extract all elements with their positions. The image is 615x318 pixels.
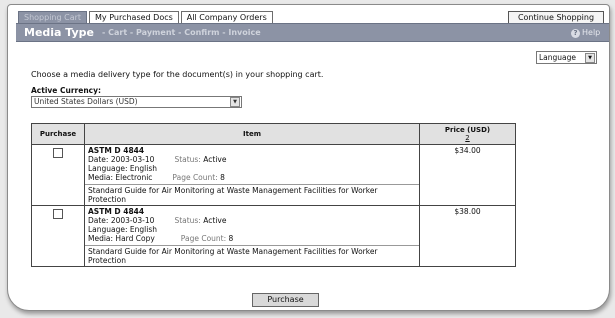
language-select[interactable]: Language ▼	[536, 51, 597, 64]
shopping-cart-panel: Shopping Cart My Purchased Docs All Comp…	[7, 4, 610, 311]
item-date: Date: 2003-03-10	[88, 216, 155, 225]
purchase-cell	[31, 205, 85, 267]
item-date: Date: 2003-03-10	[88, 155, 155, 164]
item-cell: ASTM D 4844 Date: 2003-03-10 Status: Acti…	[84, 205, 420, 267]
purchase-checkbox[interactable]	[53, 209, 63, 219]
item-language: Language: English	[88, 225, 158, 234]
item-name: ASTM D 4844	[88, 146, 145, 155]
item-name: ASTM D 4844	[88, 207, 145, 216]
title-bar: Media Type - Cart - Payment - Confirm - …	[16, 23, 609, 42]
item-media-pages: Media: Hard Copy Page Count: 8	[88, 234, 416, 243]
status-value: Active	[203, 155, 227, 164]
currency-select-value: United States Dollars (USD)	[34, 97, 138, 106]
help-link[interactable]: ? Help	[571, 28, 600, 38]
status-value: Active	[203, 216, 227, 225]
item-price: $38.00	[419, 205, 516, 267]
price-sort-indicator[interactable]: 2	[420, 134, 515, 142]
language-select-value: Language	[539, 53, 577, 62]
header-price[interactable]: Price (USD) 2	[419, 123, 516, 145]
help-icon: ?	[571, 29, 580, 38]
status-label: Status:	[174, 216, 201, 225]
header-purchase: Purchase	[31, 123, 85, 145]
header-price-label: Price (USD)	[444, 126, 491, 134]
page-count-label: Page Count:	[180, 234, 227, 243]
chevron-down-icon: ▼	[230, 97, 240, 107]
checkout-steps: - Cart - Payment - Confirm - Invoice	[102, 28, 261, 37]
page-count-label: Page Count:	[172, 173, 218, 182]
item-price: $34.00	[419, 144, 516, 206]
item-description: Standard Guide for Air Monitoring at Was…	[85, 184, 419, 204]
currency-label: Active Currency:	[31, 86, 101, 95]
item-media: Media: Hard Copy	[88, 234, 155, 243]
status-label: Status:	[174, 155, 201, 164]
table-row: ASTM D 4844 Date: 2003-03-10 Status: Acti…	[31, 144, 516, 206]
currency-select[interactable]: United States Dollars (USD) ▼	[31, 96, 242, 108]
help-label: Help	[582, 28, 601, 37]
item-media: Media: Electronic	[88, 173, 153, 182]
item-language: Language: English	[88, 164, 158, 173]
item-media-pages: Media: Electronic Page Count: 8	[88, 173, 416, 182]
table-header-row: Purchase Item Price (USD) 2	[31, 123, 516, 145]
chevron-down-icon: ▼	[585, 53, 595, 63]
purchase-cell	[31, 144, 85, 206]
purchase-checkbox[interactable]	[53, 148, 63, 158]
page-count-value: 8	[220, 173, 225, 182]
page-title: Media Type	[24, 26, 95, 39]
page-count-value: 8	[228, 234, 234, 243]
item-date-status: Date: 2003-03-10 Status: Active	[88, 155, 416, 164]
header-item: Item	[84, 123, 420, 145]
item-cell: ASTM D 4844 Date: 2003-03-10 Status: Acti…	[84, 144, 420, 206]
item-date-status: Date: 2003-03-10 Status: Active	[88, 216, 416, 225]
purchase-button[interactable]: Purchase	[252, 293, 319, 307]
cart-table: Purchase Item Price (USD) 2 ASTM D 4844 D…	[31, 123, 516, 267]
item-description: Standard Guide for Air Monitoring at Was…	[85, 245, 419, 265]
intro-text: Choose a media delivery type for the doc…	[31, 70, 324, 79]
table-row: ASTM D 4844 Date: 2003-03-10 Status: Acti…	[31, 205, 516, 267]
